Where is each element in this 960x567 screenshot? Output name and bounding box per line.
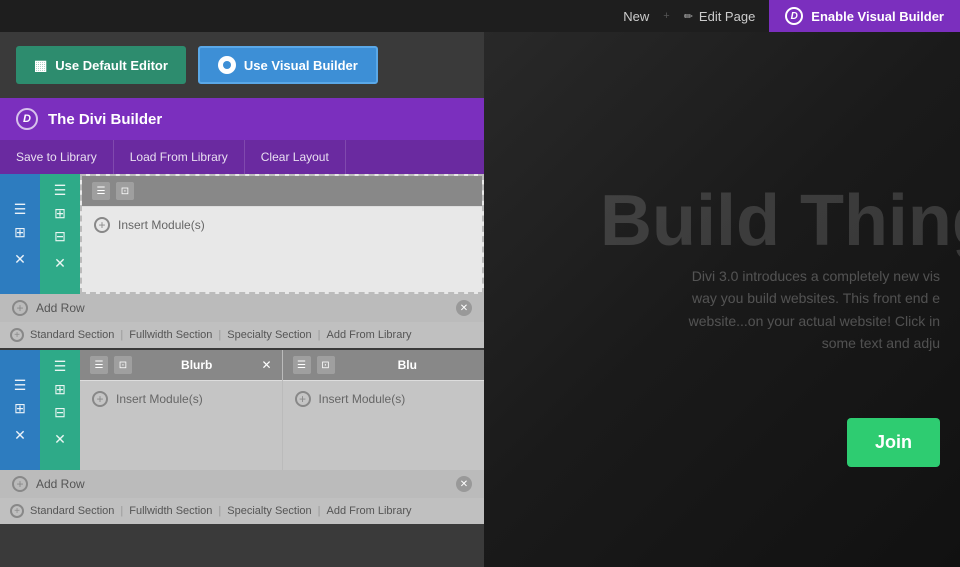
add-section-icon-1[interactable]: + xyxy=(10,328,24,342)
enable-visual-builder-button[interactable]: D Enable Visual Builder xyxy=(769,0,960,32)
blurb-settings-icon-2[interactable]: ⊡ xyxy=(317,356,335,374)
insert-module-2b[interactable]: + Insert Module(s) xyxy=(283,380,485,417)
section-2-inner: ☰ ⊞ ✕ ☰ ⊞ ⊟ ✕ ☰ ⊡ xyxy=(0,350,484,470)
divi-builder-logo: D xyxy=(16,108,38,130)
specialty-section-btn-1[interactable]: Specialty Section xyxy=(227,329,311,341)
insert-module-2a[interactable]: + Insert Module(s) xyxy=(80,380,282,417)
blurb-title-1: Blurb xyxy=(138,358,255,372)
add-row-bar-1[interactable]: + Add Row ✕ xyxy=(0,294,484,322)
delete-section-button-2[interactable]: ✕ xyxy=(14,427,26,444)
row-hamburger-icon-2[interactable]: ☰ xyxy=(54,358,67,375)
insert-module-label-1: Insert Module(s) xyxy=(118,218,205,232)
row-grid-icon-2[interactable]: ⊟ xyxy=(54,404,66,421)
row-hamburger-icon[interactable]: ☰ xyxy=(54,182,67,199)
delete-row-button[interactable]: ✕ xyxy=(54,255,66,272)
module-col-2: ☰ ⊡ Blu + Insert Module(s) xyxy=(283,350,485,470)
section-1-inner: ☰ ⊞ ✕ ☰ ⊞ ⊟ ✕ ☰ ⊡ xyxy=(0,174,484,294)
default-editor-label: Use Default Editor xyxy=(55,58,168,73)
standard-section-btn-2[interactable]: Standard Section xyxy=(30,505,114,517)
edit-page-label: Edit Page xyxy=(699,9,755,24)
insert-module-label-2a: Insert Module(s) xyxy=(116,392,203,406)
close-add-row-1[interactable]: ✕ xyxy=(456,300,472,316)
module-row-icons-1: ☰ ⊡ xyxy=(92,182,134,200)
add-row-label-2: Add Row xyxy=(36,477,85,491)
monitor-icon: ▦ xyxy=(34,57,47,74)
join-button[interactable]: Join xyxy=(847,418,940,467)
use-default-editor-button[interactable]: ▦ Use Default Editor xyxy=(16,46,186,84)
delete-section-button[interactable]: ✕ xyxy=(14,251,26,268)
pencil-icon: ✏ xyxy=(684,10,693,23)
module-row-header-1: ☰ ⊡ xyxy=(82,176,482,206)
plus-icon-2b: + xyxy=(295,391,311,407)
eye-icon xyxy=(218,56,236,74)
load-from-library-button[interactable]: Load From Library xyxy=(114,140,245,174)
blurb-edit-icon-2[interactable]: ☰ xyxy=(293,356,311,374)
divi-logo-icon: D xyxy=(785,7,803,25)
divi-builder-header: D The Divi Builder xyxy=(0,98,484,140)
insert-module-1[interactable]: + Insert Module(s) xyxy=(82,206,482,243)
layout-icon-2[interactable]: ⊞ xyxy=(14,400,26,417)
plus-icon-add-row-2: + xyxy=(12,476,28,492)
plus-icon-2a: + xyxy=(92,391,108,407)
row-controls-1: ☰ ⊞ ⊟ ✕ xyxy=(40,174,80,294)
clear-layout-button[interactable]: Clear Layout xyxy=(245,140,346,174)
visual-builder-label: Use Visual Builder xyxy=(244,58,358,73)
add-from-library-btn-1[interactable]: Add From Library xyxy=(327,329,412,341)
add-row-bar-2[interactable]: + Add Row ✕ xyxy=(0,470,484,498)
blurb-title-2: Blu xyxy=(341,358,475,372)
specialty-section-btn-2[interactable]: Specialty Section xyxy=(227,505,311,517)
plus-icon-add-row-1: + xyxy=(12,300,28,316)
blurb-module-header-1: ☰ ⊡ Blurb ✕ xyxy=(80,350,282,380)
module-settings-icon[interactable]: ⊡ xyxy=(116,182,134,200)
section-2: ☰ ⊞ ✕ ☰ ⊞ ⊟ ✕ ☰ ⊡ xyxy=(0,350,484,524)
row-layout-icon-2[interactable]: ⊞ xyxy=(54,381,66,398)
section-1: ☰ ⊞ ✕ ☰ ⊞ ⊟ ✕ ☰ ⊡ xyxy=(0,174,484,348)
modules-row-2: ☰ ⊡ Blurb ✕ + Insert Module(s) xyxy=(80,350,484,470)
editor-toggle-area: ▦ Use Default Editor Use Visual Builder xyxy=(0,32,484,98)
column-controls-1: ☰ ⊞ ✕ xyxy=(0,174,40,294)
new-label: New xyxy=(623,9,649,24)
column-controls-2: ☰ ⊞ ✕ xyxy=(0,350,40,470)
close-blurb-1[interactable]: ✕ xyxy=(261,358,271,372)
standard-section-btn-1[interactable]: Standard Section xyxy=(30,329,114,341)
module-edit-icon[interactable]: ☰ xyxy=(92,182,110,200)
plus-icon-1: + xyxy=(94,217,110,233)
hamburger-icon[interactable]: ☰ xyxy=(14,201,27,218)
blurb-settings-icon-1[interactable]: ⊡ xyxy=(114,356,132,374)
module-area-1: ☰ ⊡ + Insert Module(s) xyxy=(80,174,484,294)
delete-row-button-2[interactable]: ✕ xyxy=(54,431,66,448)
save-to-library-button[interactable]: Save to Library xyxy=(0,140,114,174)
left-panel: ▦ Use Default Editor Use Visual Builder … xyxy=(0,32,484,567)
nav-edit-page[interactable]: ✏ Edit Page xyxy=(670,0,770,32)
divi-builder-title: The Divi Builder xyxy=(48,111,162,128)
background-panel: Build Thing Divi 3.0 introduces a comple… xyxy=(480,0,960,567)
blurb-module-header-2: ☰ ⊡ Blu xyxy=(283,350,485,380)
add-row-label-1: Add Row xyxy=(36,301,85,315)
nav-new[interactable]: New xyxy=(609,0,663,32)
builder-content: ☰ ⊞ ✕ ☰ ⊞ ⊟ ✕ ☰ ⊡ xyxy=(0,174,484,567)
section-footer-2: + Standard Section | Fullwidth Section |… xyxy=(0,498,484,524)
row-layout-icon[interactable]: ⊞ xyxy=(54,205,66,222)
top-navigation: New + ✏ Edit Page D Enable Visual Builde… xyxy=(0,0,960,32)
blurb-edit-icon-1[interactable]: ☰ xyxy=(90,356,108,374)
add-from-library-btn-2[interactable]: Add From Library xyxy=(327,505,412,517)
row-controls-2: ☰ ⊞ ⊟ ✕ xyxy=(40,350,80,470)
close-add-row-2[interactable]: ✕ xyxy=(456,476,472,492)
fullwidth-section-btn-2[interactable]: Fullwidth Section xyxy=(129,505,212,517)
layout-icon[interactable]: ⊞ xyxy=(14,224,26,241)
bg-headline: Build Thing xyxy=(600,180,960,262)
bg-body: Divi 3.0 introduces a completely new vis… xyxy=(580,265,940,355)
enable-visual-builder-label: Enable Visual Builder xyxy=(811,9,944,24)
use-visual-builder-button[interactable]: Use Visual Builder xyxy=(198,46,378,84)
row-grid-icon[interactable]: ⊟ xyxy=(54,228,66,245)
fullwidth-section-btn-1[interactable]: Fullwidth Section xyxy=(129,329,212,341)
section-footer-1: + Standard Section | Fullwidth Section |… xyxy=(0,322,484,348)
insert-module-label-2b: Insert Module(s) xyxy=(319,392,406,406)
add-section-icon-2[interactable]: + xyxy=(10,504,24,518)
module-col-1: ☰ ⊡ Blurb ✕ + Insert Module(s) xyxy=(80,350,283,470)
library-actions-bar: Save to Library Load From Library Clear … xyxy=(0,140,484,174)
hamburger-icon-2[interactable]: ☰ xyxy=(14,377,27,394)
